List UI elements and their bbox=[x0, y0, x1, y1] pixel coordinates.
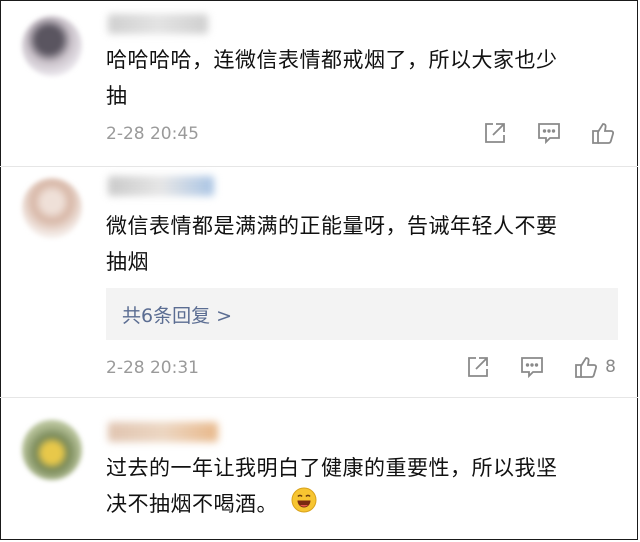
view-replies-button[interactable]: 共6条回复 > bbox=[106, 288, 618, 340]
avatar[interactable] bbox=[22, 178, 82, 238]
share-icon bbox=[468, 357, 489, 377]
comment-item: 哈哈哈哈，连微信表情都戒烟了，所以大家也少 抽 2-28 20:45 bbox=[0, 0, 640, 170]
thumbs-up-icon bbox=[575, 357, 598, 378]
share-button[interactable] bbox=[465, 354, 491, 380]
share-button[interactable] bbox=[482, 120, 508, 146]
comment-bubble-icon bbox=[538, 123, 560, 145]
comment-actions: 8 bbox=[465, 354, 616, 380]
reply-button[interactable] bbox=[536, 120, 562, 146]
comment-text-line: 抽烟 bbox=[106, 250, 149, 274]
avatar[interactable] bbox=[22, 420, 82, 480]
like-button[interactable] bbox=[590, 120, 616, 146]
username-blurred[interactable] bbox=[108, 176, 214, 196]
comment-text-line: 过去的一年让我明白了健康的重要性，所以我坚 bbox=[106, 456, 558, 480]
comment-text: 过去的一年让我明白了健康的重要性，所以我坚 决不抽烟不喝酒。 bbox=[106, 450, 616, 524]
comment-timestamp: 2-28 20:45 bbox=[106, 124, 199, 144]
comment-divider bbox=[0, 397, 638, 398]
laughing-face-icon bbox=[291, 487, 317, 512]
laughing-face-emoji bbox=[291, 487, 317, 524]
username-blurred[interactable] bbox=[108, 422, 218, 442]
comment-text-line: 决不抽烟不喝酒。 bbox=[106, 492, 278, 516]
comment-bubble-icon bbox=[521, 357, 544, 379]
comment-item: 过去的一年让我明白了健康的重要性，所以我坚 决不抽烟不喝酒。 bbox=[0, 400, 640, 540]
comment-text: 微信表情都是满满的正能量呀，告诫年轻人不要 抽烟 bbox=[106, 208, 616, 280]
comment-text-line-with-emoji: 决不抽烟不喝酒。 bbox=[106, 486, 616, 524]
comment-item: 微信表情都是满满的正能量呀，告诫年轻人不要 抽烟 共6条回复 > 2-28 20… bbox=[0, 170, 640, 392]
comment-timestamp: 2-28 20:31 bbox=[106, 358, 199, 378]
comment-text-line: 微信表情都是满满的正能量呀，告诫年轻人不要 bbox=[106, 214, 558, 238]
like-button[interactable]: 8 bbox=[573, 354, 616, 380]
comment-text-line: 哈哈哈哈，连微信表情都戒烟了，所以大家也少 bbox=[106, 48, 558, 72]
comment-divider bbox=[0, 166, 638, 167]
reply-button[interactable] bbox=[519, 354, 545, 380]
share-icon bbox=[485, 123, 505, 143]
comment-actions bbox=[482, 120, 616, 146]
username-blurred[interactable] bbox=[108, 14, 208, 34]
avatar[interactable] bbox=[22, 16, 82, 76]
like-count: 8 bbox=[605, 357, 616, 377]
comment-text: 哈哈哈哈，连微信表情都戒烟了，所以大家也少 抽 bbox=[106, 42, 616, 114]
thumbs-up-icon bbox=[592, 123, 615, 144]
comment-text-line: 抽 bbox=[106, 84, 128, 108]
